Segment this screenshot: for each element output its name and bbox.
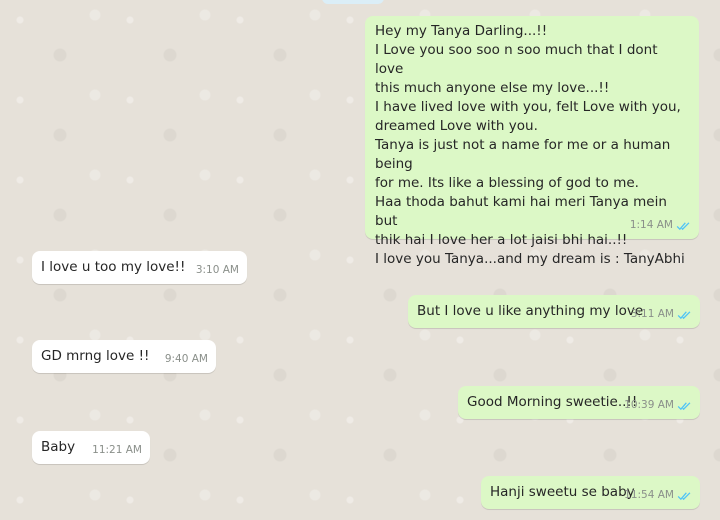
message-meta: 1:14 AM xyxy=(630,216,691,235)
message-bubble-outgoing[interactable]: But I love u like anything my love 3:11 … xyxy=(408,295,700,328)
message-meta: 11:21 AM xyxy=(92,441,142,460)
message-bubble-incoming[interactable]: I love u too my love!! 3:10 AM xyxy=(32,251,247,284)
message-text: But I love u like anything my love xyxy=(417,303,644,319)
message-time: 3:10 AM xyxy=(195,264,239,276)
double-check-icon xyxy=(677,491,691,500)
message-meta: 10:39 AM xyxy=(624,396,692,415)
message-time: 11:21 AM xyxy=(92,444,142,456)
partial-message-bubble xyxy=(322,0,384,4)
double-check-icon xyxy=(677,310,691,319)
message-time: 11:54 AM xyxy=(624,489,674,501)
message-bubble-incoming[interactable]: GD mrng love !! 9:40 AM xyxy=(32,340,216,373)
message-bubble-incoming[interactable]: Baby 11:21 AM xyxy=(32,431,150,464)
message-bubble-outgoing[interactable]: Good Morning sweetie..!! 10:39 AM xyxy=(458,386,700,419)
message-meta: 11:54 AM xyxy=(624,486,692,505)
message-bubble-outgoing[interactable]: Hanji sweetu se baby 11:54 AM xyxy=(481,476,700,509)
message-time: 1:14 AM xyxy=(629,219,673,231)
message-text: Hanji sweetu se baby xyxy=(490,484,635,500)
message-meta: 9:40 AM xyxy=(165,350,208,369)
message-time: 3:11 AM xyxy=(630,308,674,320)
message-text: Baby xyxy=(41,439,76,455)
message-time: 10:39 AM xyxy=(624,399,674,411)
double-check-icon xyxy=(676,221,690,230)
message-text: Good Morning sweetie..!! xyxy=(467,394,638,410)
message-meta: 3:10 AM xyxy=(196,261,239,280)
double-check-icon xyxy=(677,401,691,410)
message-text: GD mrng love !! xyxy=(41,348,150,364)
message-meta: 3:11 AM xyxy=(631,305,692,324)
message-bubble-outgoing[interactable]: Hey my Tanya Darling...!! I Love you soo… xyxy=(365,16,699,267)
message-text: I love u too my love!! xyxy=(41,259,186,275)
message-time: 9:40 AM xyxy=(164,353,208,365)
